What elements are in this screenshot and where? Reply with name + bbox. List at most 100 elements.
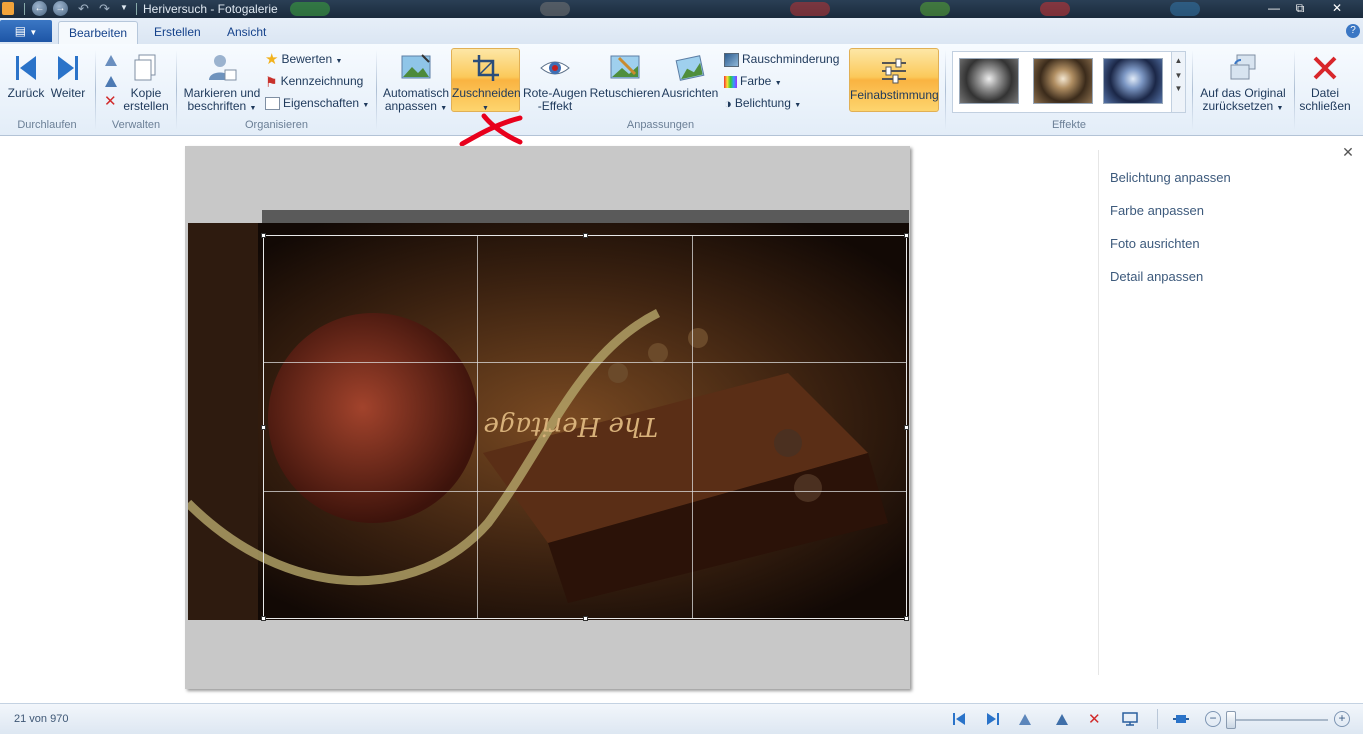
retouch-button[interactable]: Retuschieren [589,52,661,100]
tab-erstellen[interactable]: Erstellen [144,21,211,44]
revert-icon [1230,54,1256,80]
scroll-up-icon[interactable]: ▲ [1172,56,1185,65]
flag-button[interactable]: ⚑ Kennzeichnung [265,72,363,90]
revert-label-line1: Auf das Original [1200,86,1286,100]
copy-button[interactable]: Kopie erstellen [122,52,170,113]
file-menu-button[interactable]: ▤ ▼ [0,20,52,42]
crop-handle-top-left[interactable] [261,233,266,238]
flag-label: Kennzeichnung [280,74,364,88]
red-eye-label-line2: -Effekt [537,99,573,113]
annotation-mark [459,113,523,147]
undo-icon[interactable]: ↶ [78,1,89,17]
copy-label-line1: Kopie [130,86,162,100]
restore-button[interactable]: ⧉ [1287,0,1313,17]
tab-ansicht[interactable]: Ansicht [217,21,276,44]
group-label-effekte: Effekte [1051,119,1087,131]
effect-thumbnail-cyan[interactable] [1103,58,1163,104]
group-separator [376,50,377,130]
red-eye-button[interactable]: Rote-Augen -Effekt [521,52,589,113]
rotate-left-icon[interactable] [103,52,119,68]
customize-qat-icon[interactable]: ▼ [120,3,128,12]
help-icon[interactable]: ? [1346,24,1360,38]
minimize-button[interactable]: — [1261,0,1287,17]
rate-button[interactable]: ★ Bewerten ▼ [265,50,342,68]
auto-adjust-button[interactable]: Automatisch anpassen ▼ [381,52,451,115]
crop-handle-bottom-left[interactable] [261,616,266,621]
close-file-button[interactable]: Datei schließen [1298,52,1352,113]
toolbar-separator [24,3,25,15]
close-window-button[interactable]: ✕ [1313,0,1361,17]
effect-thumbnail-grayscale[interactable] [959,58,1019,104]
gallery-scroll[interactable]: ▲ ▼ ▼ [1171,51,1186,113]
pane-divider [1098,150,1099,675]
exposure-icon: ◑ [724,95,732,111]
crop-grid-line [264,491,906,492]
previous-icon [16,56,36,80]
pane-link-detail[interactable]: Detail anpassen [1110,269,1203,287]
delete-icon[interactable]: ✕ [104,92,117,110]
sliders-icon [882,58,906,84]
tag-button[interactable]: Markieren und beschriften ▼ [181,52,263,115]
next-button[interactable]: Weiter [48,52,88,100]
close-file-label-line2: schließen [1299,99,1351,113]
color-label: Farbe [740,74,772,88]
group-label-durchlaufen: Durchlaufen [17,119,77,131]
rotate-right-icon[interactable] [1052,711,1070,727]
rotate-left-icon[interactable] [1017,711,1035,727]
next-icon [58,56,78,80]
revert-label-line2: zurücksetzen [1202,99,1274,113]
zoom-slider-track[interactable] [1228,719,1328,721]
previous-photo-icon[interactable] [950,711,968,727]
straighten-button[interactable]: Ausrichten [660,52,720,100]
fit-to-window-icon[interactable] [1172,711,1190,727]
dropdown-arrow-icon: ▼ [362,102,370,109]
copy-icon [134,54,156,81]
crop-handle-top-right[interactable] [904,233,909,238]
group-separator [1192,50,1193,130]
crop-handle-top[interactable] [583,233,588,238]
app-icon[interactable] [2,2,14,15]
crop-handle-left[interactable] [261,425,266,430]
effect-thumbnail-sepia[interactable] [1033,58,1093,104]
straighten-icon [675,55,705,81]
delete-icon[interactable]: ✕ [1088,710,1101,728]
next-label: Weiter [50,86,86,100]
color-button[interactable]: Farbe ▼ [724,72,782,90]
crop-handle-bottom-right[interactable] [904,616,909,621]
tab-bearbeiten[interactable]: Bearbeiten [58,21,139,45]
dropdown-arrow-icon: ▼ [249,105,257,112]
crop-selection[interactable] [261,233,909,621]
crop-handle-bottom[interactable] [583,616,588,621]
zoom-in-icon[interactable]: + [1334,711,1350,727]
slideshow-icon[interactable] [1121,711,1139,727]
rotate-right-icon[interactable] [103,73,119,89]
back-label: Zurück [7,86,45,100]
crop-grid-line [477,236,478,618]
next-photo-icon[interactable] [984,711,1002,727]
pane-link-straighten[interactable]: Foto ausrichten [1110,236,1200,254]
back-button[interactable]: Zurück [6,52,46,100]
zoom-slider-thumb[interactable] [1226,711,1236,729]
exposure-button[interactable]: ◑ Belichtung ▼ [724,94,801,112]
dropdown-arrow-icon: ▼ [794,102,802,109]
revert-button[interactable]: Auf das Original zurücksetzen ▼ [1196,52,1290,115]
finetune-button[interactable]: Feinabstimmung [849,48,939,112]
group-separator [95,50,96,130]
pane-close-icon[interactable]: ✕ [1341,145,1355,159]
pane-link-exposure[interactable]: Belichtung anpassen [1110,170,1231,188]
scroll-down-icon[interactable]: ▼ [1172,71,1185,80]
pane-link-color[interactable]: Farbe anpassen [1110,203,1204,221]
properties-button[interactable]: Eigenschaften ▼ [265,94,369,112]
back-arrow-icon[interactable]: ← [32,1,47,16]
color-palette-icon [724,75,737,88]
retouch-icon [610,55,640,79]
person-tag-icon [209,55,237,81]
crop-button[interactable]: Zuschneiden ▼ [451,48,521,112]
noise-reduction-button[interactable]: Rauschminderung [724,50,839,68]
red-eye-label-line1: Rote-Augen [522,86,588,100]
gallery-expand-icon[interactable]: ▼ [1172,84,1185,93]
forward-arrow-icon[interactable]: → [53,1,68,16]
redo-icon[interactable]: ↷ [99,1,110,17]
zoom-out-icon[interactable]: − [1205,711,1221,727]
crop-handle-right[interactable] [904,425,909,430]
